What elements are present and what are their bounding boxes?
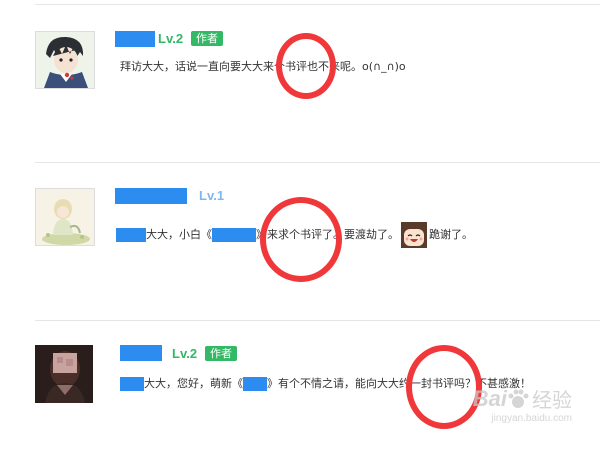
comment-text-part-1: 大大，您好，萌新《 <box>144 377 243 390</box>
username-redacted[interactable] <box>120 345 162 361</box>
avatar-girl-sitting-image <box>36 189 94 245</box>
avatar-photo-girl[interactable] <box>35 345 93 403</box>
book-title-redacted[interactable] <box>212 228 256 242</box>
avatar-photo-girl-image <box>35 345 93 403</box>
book-title-redacted[interactable] <box>243 377 267 391</box>
avatar-anime-boy-image <box>36 32 94 88</box>
author-badge: 作者 <box>191 31 223 46</box>
baidu-paw-icon <box>507 388 529 410</box>
username-redacted[interactable] <box>115 31 155 47</box>
avatar-anime-boy[interactable] <box>35 31 95 89</box>
grinning-emoji-icon <box>401 222 427 248</box>
level-label: Lv.2 <box>172 346 198 361</box>
comment-text-part-3: 跪谢了。 <box>429 228 473 241</box>
level-label: Lv.1 <box>199 188 225 203</box>
mention-redacted <box>120 377 144 391</box>
baidu-jingyan-watermark: Bai 经验 jingyan.baidu.com <box>473 384 572 425</box>
watermark-url: jingyan.baidu.com <box>491 413 572 424</box>
author-badge: 作者 <box>205 346 237 361</box>
level-label: Lv.2 <box>158 31 184 46</box>
comment-divider <box>35 320 600 321</box>
top-divider <box>35 4 600 5</box>
highlight-ring <box>276 33 336 99</box>
comment-text-part-1: 大大，小白《 <box>146 228 212 241</box>
watermark-brand-cn: 经验 <box>532 388 572 412</box>
comment-text: 拜访大大，话说一直向要大大来个书评也不来呢。o(∩_∩)o <box>120 60 406 73</box>
comment-divider <box>35 162 600 163</box>
watermark-brand: Bai <box>472 385 507 411</box>
username-redacted[interactable] <box>115 188 187 204</box>
avatar-girl-sitting[interactable] <box>35 188 95 246</box>
highlight-ring <box>260 197 342 282</box>
mention-redacted <box>116 228 146 242</box>
highlight-ring <box>406 345 482 429</box>
watermark-logo: Bai 经验 <box>473 384 572 413</box>
